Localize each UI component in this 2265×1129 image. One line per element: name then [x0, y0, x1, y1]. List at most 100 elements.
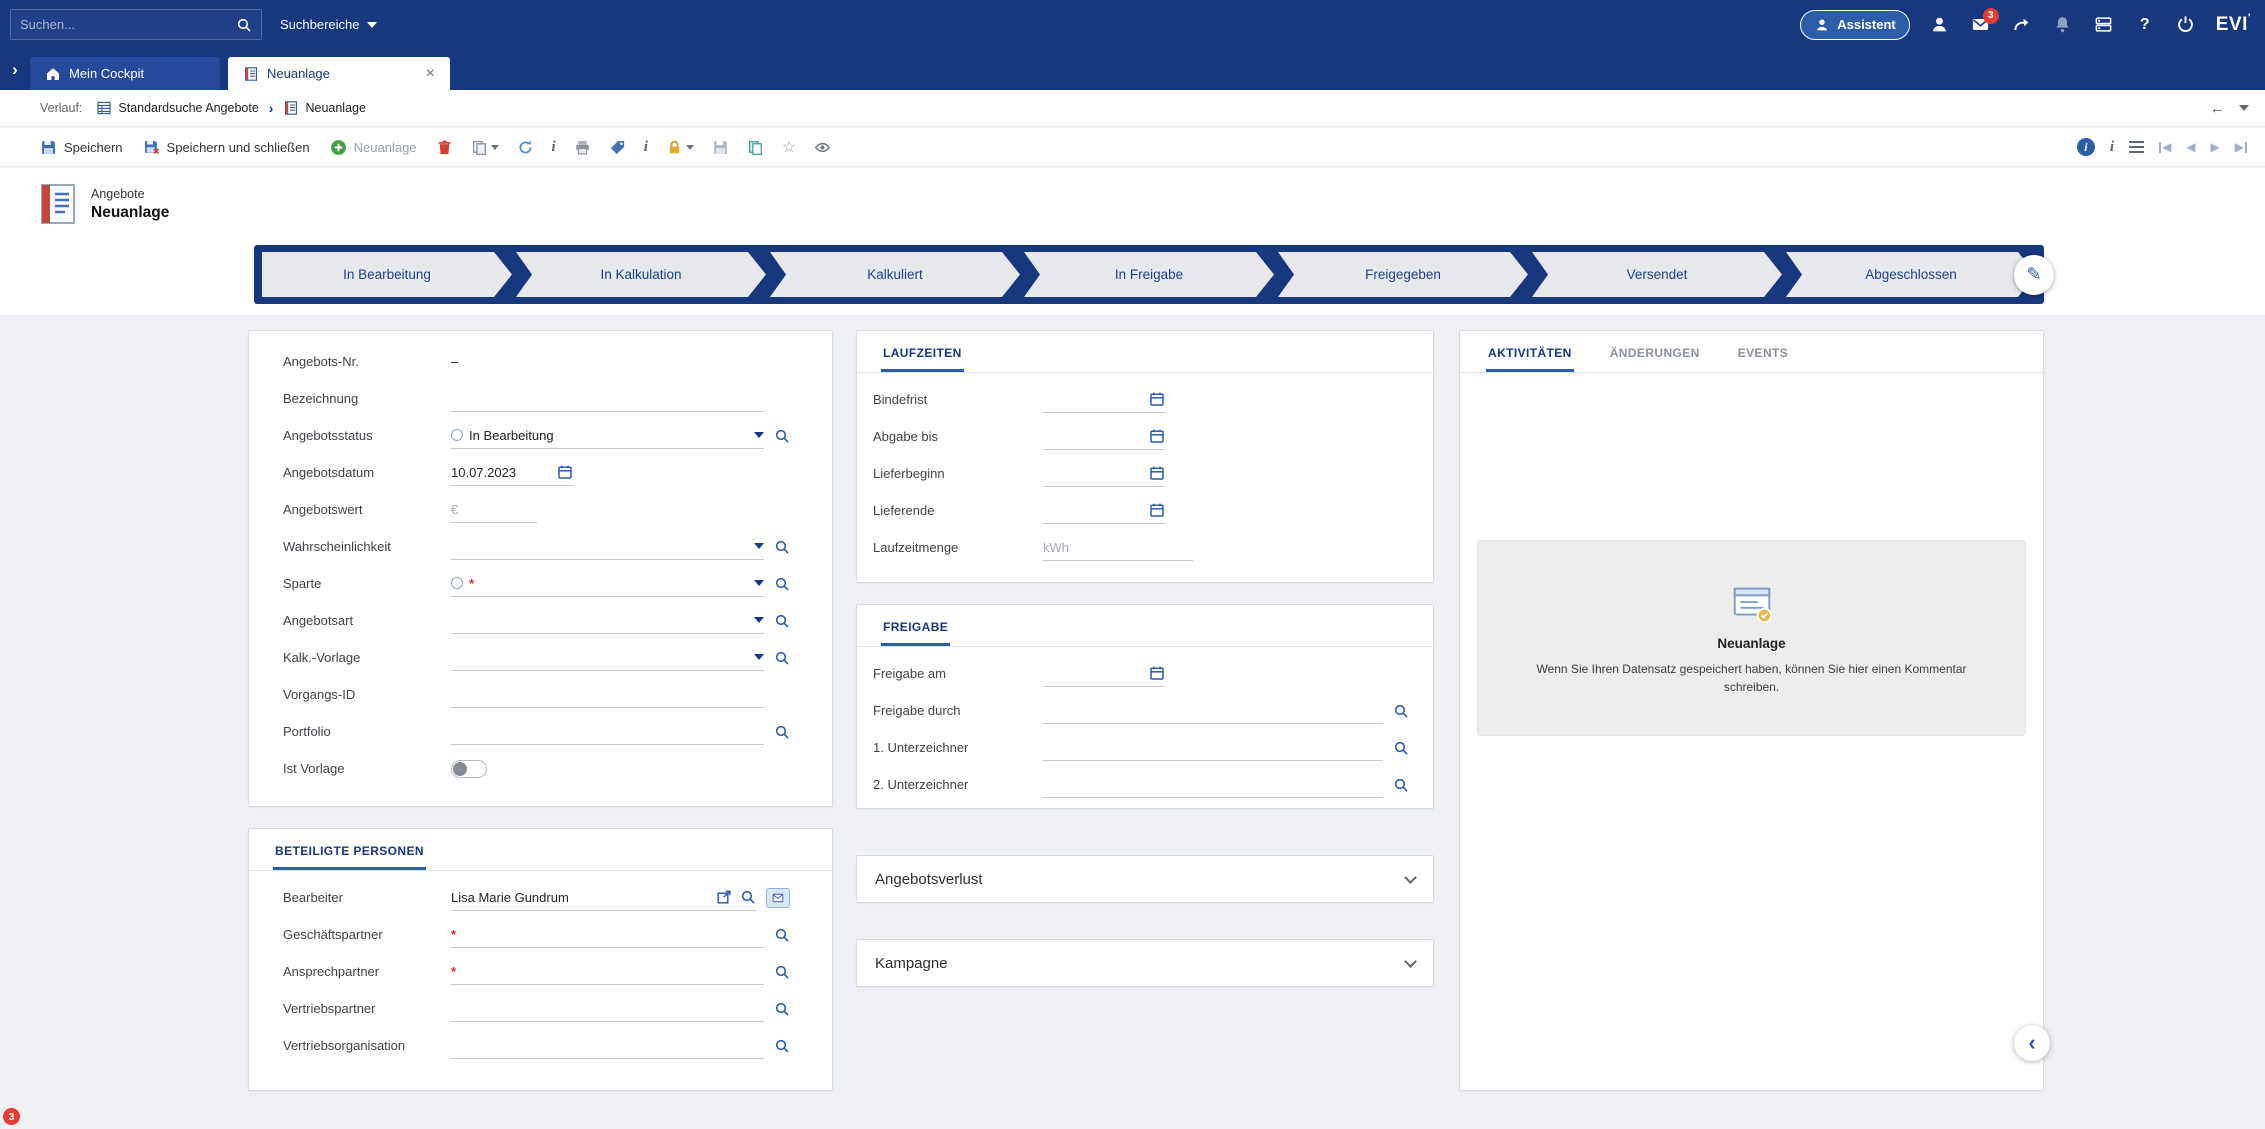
freigabe-durch-input[interactable] [1043, 703, 1383, 718]
laufzeitmenge-input[interactable] [1043, 540, 1193, 555]
lookup-icon[interactable] [774, 1038, 790, 1054]
tab-laufzeiten[interactable]: LAUFZEITEN [881, 346, 964, 372]
abgabe-bis-input[interactable] [1043, 424, 1165, 450]
lookup-icon[interactable] [774, 428, 790, 444]
menu-icon[interactable] [2129, 141, 2144, 153]
redo-icon[interactable] [2011, 14, 2033, 36]
kalk-vorlage-select[interactable] [451, 645, 764, 671]
vertriebspartner-input[interactable] [451, 1001, 764, 1016]
tabs-overflow-icon[interactable]: › [0, 60, 30, 80]
lookup-icon[interactable] [1393, 703, 1409, 719]
panel-collapse-button[interactable]: ‹ [2014, 1025, 2050, 1061]
tab-neuanlage[interactable]: Neuanlage × [228, 57, 450, 90]
link-record-button[interactable] [738, 128, 773, 166]
calendar-icon[interactable] [557, 464, 573, 480]
lookup-icon[interactable] [774, 964, 790, 980]
refresh-button[interactable] [508, 128, 543, 166]
angebotswert-input[interactable] [451, 502, 537, 517]
wahrscheinlichkeit-select[interactable] [451, 534, 764, 560]
sparte-select[interactable]: * [451, 571, 764, 597]
favorite-button[interactable]: ☆ [773, 128, 805, 166]
ist-vorlage-toggle[interactable] [451, 760, 487, 778]
unterzeichner2-input[interactable] [1043, 777, 1383, 792]
process-step-abgeschlossen[interactable]: Abgeschlossen [1786, 252, 2036, 297]
nav-last-button[interactable]: ▶ [2235, 140, 2247, 154]
tab-freigabe[interactable]: FREIGABE [881, 620, 950, 646]
apps-icon[interactable] [2093, 14, 2115, 36]
process-step-kalkuliert[interactable]: Kalkuliert [770, 252, 1020, 297]
tab-beteiligte-personen[interactable]: BETEILIGTE PERSONEN [273, 844, 426, 870]
send-mail-button[interactable] [766, 888, 790, 908]
tab-events[interactable]: EVENTS [1736, 346, 1790, 372]
chevron-down-icon[interactable] [1404, 955, 1417, 968]
process-step-in-freigabe[interactable]: In Freigabe [1024, 252, 1274, 297]
angebotsart-select[interactable] [451, 608, 764, 634]
chevron-down-icon[interactable] [754, 432, 764, 438]
record-info-button[interactable]: i [2077, 138, 2095, 156]
bezeichnung-input[interactable] [451, 391, 764, 406]
chevron-down-icon[interactable] [754, 654, 764, 660]
close-icon[interactable]: × [426, 66, 435, 82]
open-record-icon[interactable] [716, 889, 732, 905]
help-icon[interactable]: ? [2134, 14, 2156, 36]
history-back-icon[interactable]: ← [2210, 100, 2225, 117]
copy-button[interactable] [462, 128, 508, 166]
ansprechpartner-input[interactable] [462, 964, 764, 979]
lock-button[interactable] [657, 128, 703, 166]
breadcrumb-item-current[interactable]: Neuanlage [283, 100, 365, 116]
search-scope-dropdown[interactable]: Suchbereiche [280, 17, 377, 32]
angebotsdatum-input[interactable]: 10.07.2023 [451, 460, 573, 486]
process-step-in-kalkulation[interactable]: In Kalkulation [516, 252, 766, 297]
chevron-down-icon[interactable] [754, 543, 764, 549]
vorgangs-id-input[interactable] [451, 687, 764, 702]
section-kampagne[interactable]: Kampagne [856, 939, 1434, 987]
angebotsstatus-select[interactable]: In Bearbeitung [451, 423, 764, 449]
process-step-freigegeben[interactable]: Freigegeben [1278, 252, 1528, 297]
tab-aktivitaeten[interactable]: AKTIVITÄTEN [1486, 346, 1574, 372]
info-button[interactable]: i [543, 128, 565, 166]
nav-first-button[interactable]: ◀ [2159, 140, 2171, 154]
save-button[interactable]: Speichern [30, 128, 133, 166]
nav-next-button[interactable]: ▶ [2211, 140, 2220, 154]
lookup-icon[interactable] [774, 927, 790, 943]
delete-button[interactable] [427, 128, 462, 166]
mail-icon[interactable]: 3 [1970, 14, 1992, 36]
search-icon[interactable] [227, 10, 261, 39]
lookup-icon[interactable] [774, 539, 790, 555]
tab-mein-cockpit[interactable]: Mein Cockpit [30, 57, 220, 90]
calendar-icon[interactable] [1149, 502, 1165, 518]
process-step-in-bearbeitung[interactable]: In Bearbeitung [262, 252, 512, 297]
section-angebotsverlust[interactable]: Angebotsverlust [856, 855, 1434, 903]
logout-icon[interactable] [2175, 14, 2197, 36]
lookup-icon[interactable] [1393, 777, 1409, 793]
process-step-versendet[interactable]: Versendet [1532, 252, 1782, 297]
lieferbeginn-input[interactable] [1043, 461, 1165, 487]
assistant-button[interactable]: Assistent [1800, 10, 1910, 40]
nav-prev-button[interactable]: ◀ [2186, 140, 2195, 154]
unterzeichner1-input[interactable] [1043, 740, 1383, 755]
chevron-down-icon[interactable] [754, 617, 764, 623]
save-close-button[interactable]: Speichern und schließen [133, 128, 320, 166]
calendar-icon[interactable] [1149, 391, 1165, 407]
global-search[interactable] [10, 9, 262, 40]
bell-icon[interactable] [2052, 14, 2074, 36]
portfolio-input[interactable] [451, 724, 764, 739]
tab-aenderungen[interactable]: ÄNDERUNGEN [1608, 346, 1702, 372]
search-input[interactable] [11, 17, 227, 32]
chevron-down-icon[interactable] [754, 580, 764, 586]
edit-status-button[interactable]: ✎ [2014, 255, 2054, 295]
tag-button[interactable] [600, 128, 635, 166]
export-button[interactable] [703, 128, 738, 166]
history-dropdown-icon[interactable] [2239, 105, 2249, 111]
geschaeftspartner-input[interactable] [462, 927, 764, 942]
lookup-icon[interactable] [774, 613, 790, 629]
lookup-icon[interactable] [774, 576, 790, 592]
breadcrumb-item-search[interactable]: Standardsuche Angebote [96, 100, 258, 116]
new-record-button[interactable]: Neuanlage [320, 128, 427, 166]
user-icon[interactable] [1929, 14, 1951, 36]
calendar-icon[interactable] [1149, 665, 1165, 681]
vertriebsorganisation-input[interactable] [451, 1038, 764, 1053]
details-button[interactable]: i [2110, 139, 2114, 156]
freigabe-am-input[interactable] [1043, 661, 1165, 687]
bindefrist-input[interactable] [1043, 387, 1165, 413]
